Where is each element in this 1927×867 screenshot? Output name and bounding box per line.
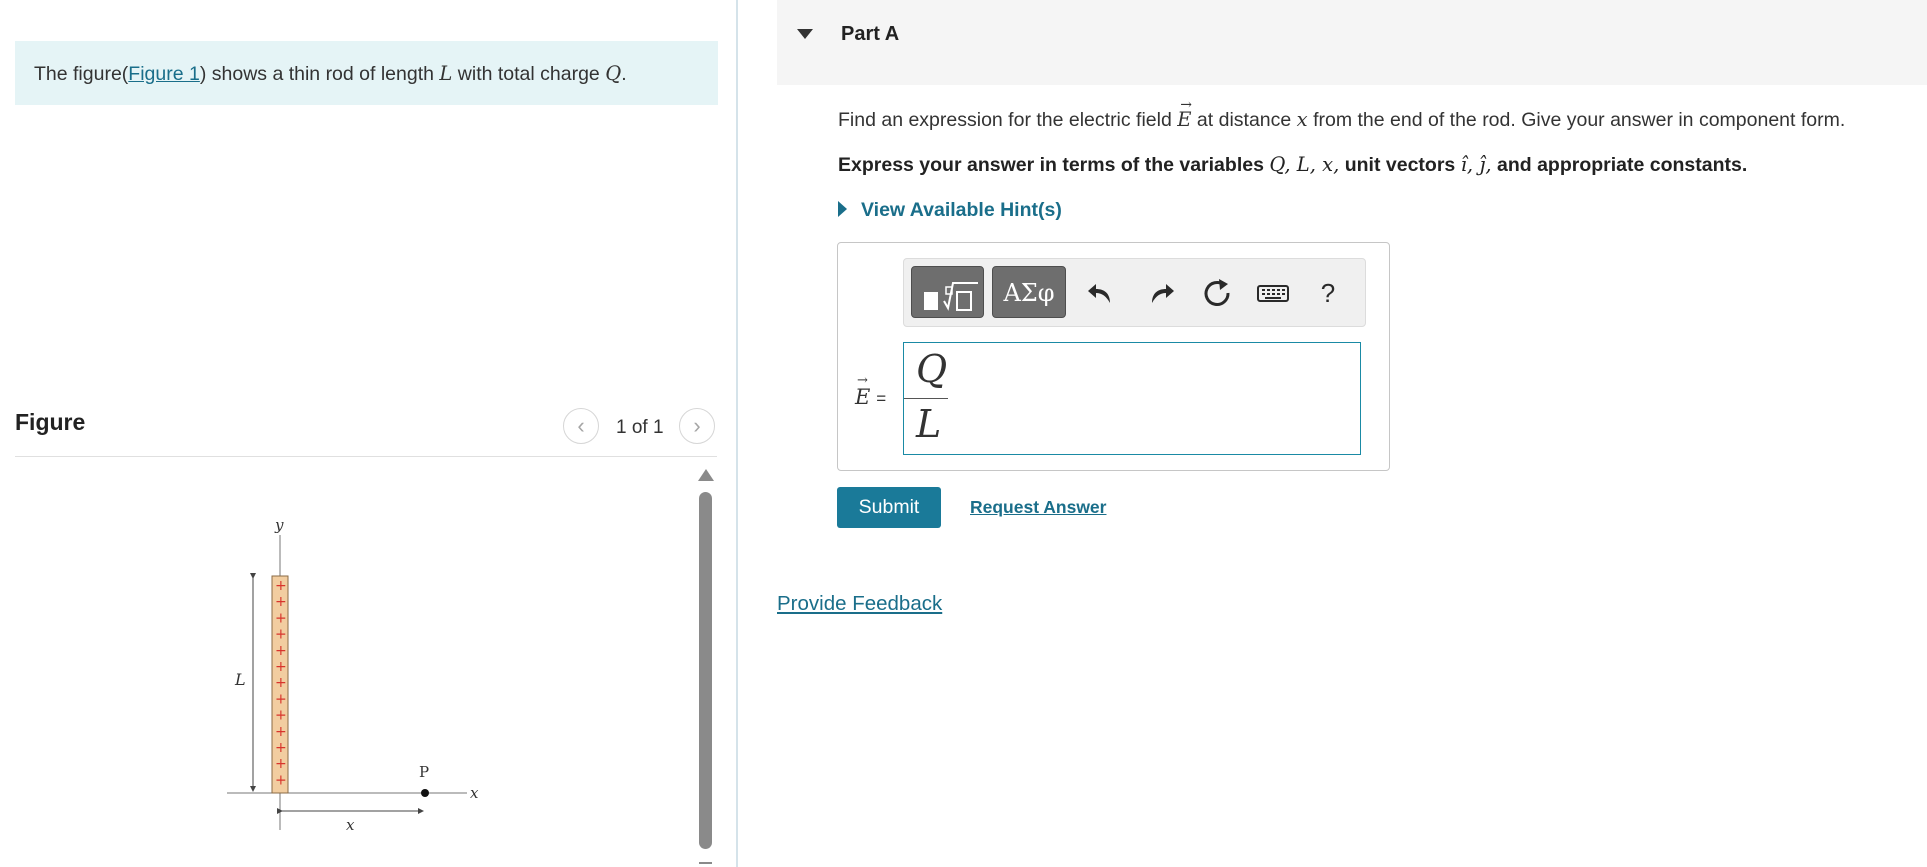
undo-icon: [1088, 284, 1110, 303]
figure-link[interactable]: Figure 1: [128, 63, 200, 85]
greek-symbols-button[interactable]: ΑΣφ: [992, 266, 1066, 318]
charge-plus: +: [275, 708, 287, 724]
part-title[interactable]: Part A: [841, 23, 899, 46]
x-axis-label: x: [470, 784, 479, 802]
rod-charges: +++++++++++++: [275, 578, 287, 788]
figure-prev-button[interactable]: ‹: [563, 408, 599, 444]
intro-text: The figure(Figure 1) shows a thin rod of…: [34, 62, 627, 85]
charge-plus: +: [275, 594, 287, 610]
question-text: Find an expression for the electric fiel…: [838, 97, 1846, 131]
reset-button[interactable]: [1200, 276, 1234, 310]
charged-rod-figure: y x +++++++++++++ L P x: [227, 516, 479, 834]
provide-feedback-link[interactable]: Provide Feedback: [777, 592, 942, 616]
instr-unit-vectors: î, ĵ,: [1460, 153, 1492, 176]
reset-icon: [1204, 279, 1230, 306]
charge-plus: +: [275, 724, 287, 740]
charge-plus: +: [275, 578, 287, 594]
answer-instructions: Express your answer in terms of the vari…: [838, 153, 1748, 176]
figure-divider: [15, 456, 717, 457]
request-answer-link[interactable]: Request Answer: [970, 497, 1106, 518]
left-panel: The figure(Figure 1) shows a thin rod of…: [0, 0, 737, 867]
figure-title: Figure: [15, 409, 86, 435]
fraction-bar: [904, 398, 948, 399]
expand-triangle-icon: [838, 201, 847, 217]
lhs-vector-e: → E: [855, 373, 871, 409]
var-l: L: [439, 62, 453, 85]
fraction-denominator[interactable]: L: [916, 402, 941, 446]
figure-scrollbar-thumb[interactable]: [699, 492, 712, 849]
y-axis-label: y: [274, 516, 284, 534]
charge-plus: +: [275, 675, 287, 691]
length-label: L: [234, 670, 246, 689]
equation-input[interactable]: [903, 342, 1361, 455]
submit-button[interactable]: Submit: [837, 487, 941, 528]
point-p-label: P: [419, 763, 429, 781]
help-button[interactable]: ?: [1311, 276, 1345, 310]
point-p: [421, 789, 429, 797]
charge-plus: +: [275, 659, 287, 675]
charge-plus: +: [275, 627, 287, 643]
chevron-right-icon: ›: [693, 413, 701, 438]
fraction-radical-icon: [924, 282, 978, 311]
redo-button[interactable]: [1144, 276, 1178, 310]
charge-plus: +: [275, 610, 287, 626]
var-q: Q: [605, 62, 622, 85]
instr-variables: Q, L, x,: [1269, 153, 1340, 176]
templates-button[interactable]: [911, 266, 984, 318]
collapse-triangle-icon[interactable]: [797, 29, 813, 39]
part-header[interactable]: [777, 0, 1927, 85]
var-x: x: [1296, 108, 1308, 131]
charge-plus: +: [275, 772, 287, 788]
keyboard-button[interactable]: [1256, 276, 1290, 310]
panel-divider: [736, 0, 738, 867]
charge-plus: +: [275, 691, 287, 707]
scrollbar-track-end: [699, 862, 712, 864]
vector-arrow-icon: →: [857, 373, 868, 388]
charge-plus: +: [275, 756, 287, 772]
redo-icon: [1152, 284, 1174, 303]
fraction-numerator[interactable]: Q: [916, 347, 947, 391]
figure-next-button[interactable]: ›: [679, 408, 715, 444]
keyboard-icon: [1257, 285, 1289, 302]
figure-page-indicator: 1 of 1: [616, 417, 664, 438]
vector-arrow-icon: →: [1180, 97, 1192, 113]
scroll-up-arrow[interactable]: [698, 469, 714, 481]
undo-button[interactable]: [1084, 276, 1118, 310]
distance-label: x: [346, 816, 355, 834]
vector-e: → E: [1177, 97, 1192, 131]
charge-plus: +: [275, 643, 287, 659]
view-hints-toggle[interactable]: View Available Hint(s): [838, 199, 1062, 222]
charge-plus: +: [275, 740, 287, 756]
answer-lhs: → E =: [855, 373, 887, 409]
chevron-left-icon: ‹: [577, 413, 585, 438]
problem-intro: The figure(Figure 1) shows a thin rod of…: [15, 41, 718, 105]
